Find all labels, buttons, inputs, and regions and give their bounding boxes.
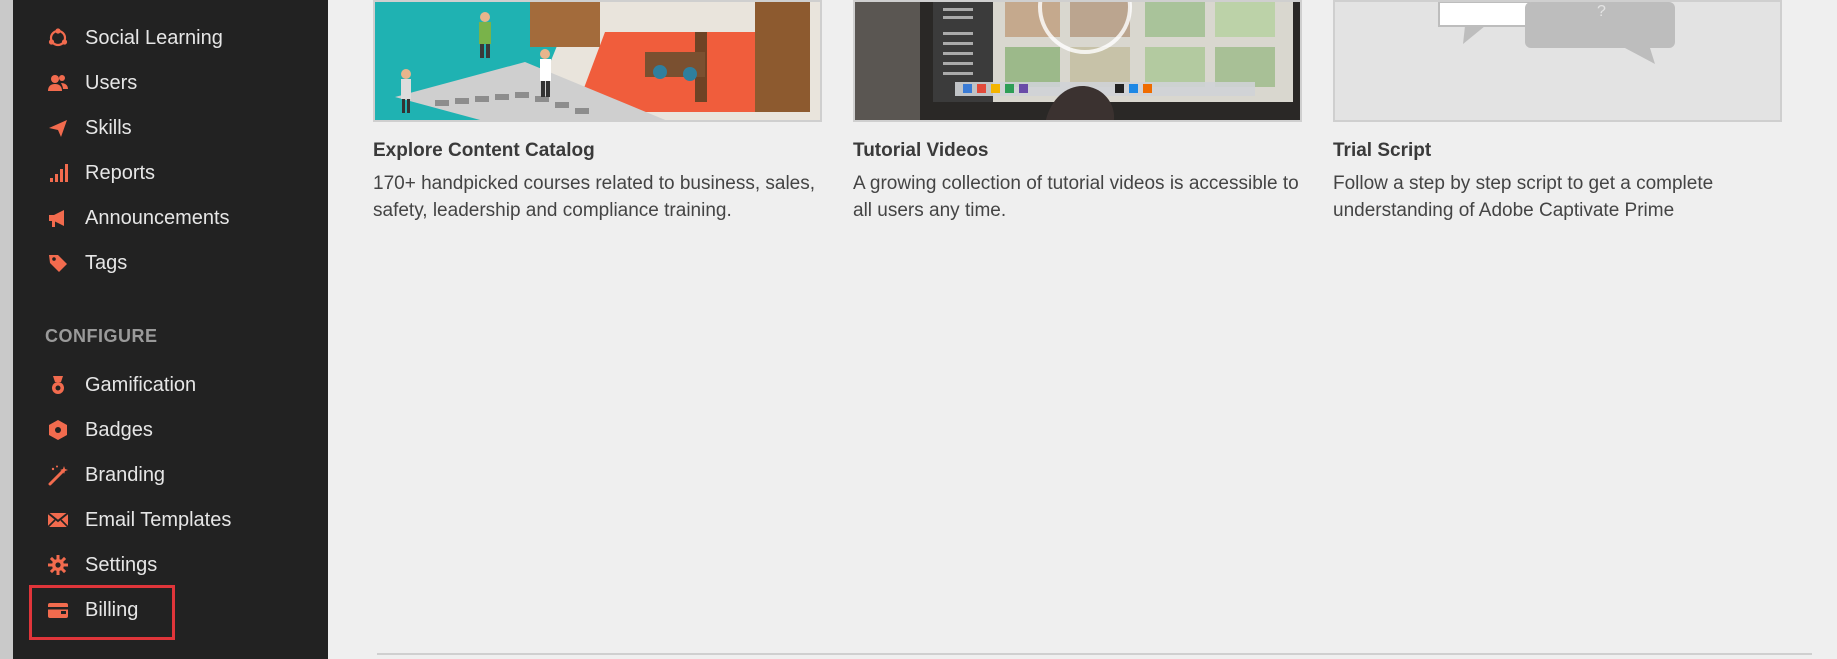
sidebar-item-label: Branding [85,463,166,486]
sidebar-item-label: Announcements [85,206,230,229]
sidebar-item-label: Users [85,71,138,94]
sidebar-item-branding[interactable]: Branding [13,455,328,495]
content-divider [377,653,1812,655]
skills-icon [47,117,69,139]
social-learning-icon [47,27,69,49]
sidebar-item-tags[interactable]: Tags [13,243,328,283]
sidebar-item-skills[interactable]: Skills [13,108,328,148]
sidebar-item-label: Gamification [85,373,197,396]
sidebar-item-label: Settings [85,553,158,576]
sidebar-item-settings[interactable]: Settings [13,545,328,585]
sidebar-item-email-templates[interactable]: Email Templates [13,500,328,540]
sidebar-item-label: Social Learning [85,26,223,49]
sidebar-item-badges[interactable]: Badges [13,410,328,450]
reports-icon [47,162,69,184]
email-icon [47,509,69,531]
sidebar-item-label: Email Templates [85,508,232,531]
card-description: A growing collection of tutorial videos … [853,173,1299,221]
tutorial-video-thumbnail [853,0,1302,122]
card-description: Follow a step by step script to get a co… [1333,173,1714,221]
svg-text:?: ? [1597,3,1606,20]
catalog-illustration [373,0,822,122]
sidebar-item-label: Skills [85,116,132,139]
medal-icon [47,374,69,396]
megaphone-icon [47,207,69,229]
sidebar-item-announcements[interactable]: Announcements [13,198,328,238]
sidebar-item-social-learning[interactable]: Social Learning [13,18,328,58]
window-left-edge [0,0,13,659]
section-title-configure: CONFIGURE [45,326,158,346]
trial-script-thumbnail: ? [1333,0,1782,122]
card-title[interactable]: Explore Content Catalog [373,140,595,162]
card-title[interactable]: Trial Script [1333,140,1431,162]
sidebar-item-users[interactable]: Users [13,63,328,103]
badge-icon [47,419,69,441]
tag-icon [47,252,69,274]
sidebar-item-label: Reports [85,161,156,184]
sidebar-item-label: Badges [85,418,153,441]
gear-icon [47,554,69,576]
magic-wand-icon [47,464,69,486]
card-description: 170+ handpicked courses related to busin… [373,173,816,221]
card-title[interactable]: Tutorial Videos [853,140,989,162]
sidebar-item-label: Tags [85,251,128,274]
selection-highlight [29,585,175,640]
sidebar-item-gamification[interactable]: Gamification [13,365,328,405]
sidebar-item-reports[interactable]: Reports [13,153,328,193]
sidebar: Social Learning Users Skills Reports Ann… [13,0,328,659]
users-icon [47,72,69,94]
